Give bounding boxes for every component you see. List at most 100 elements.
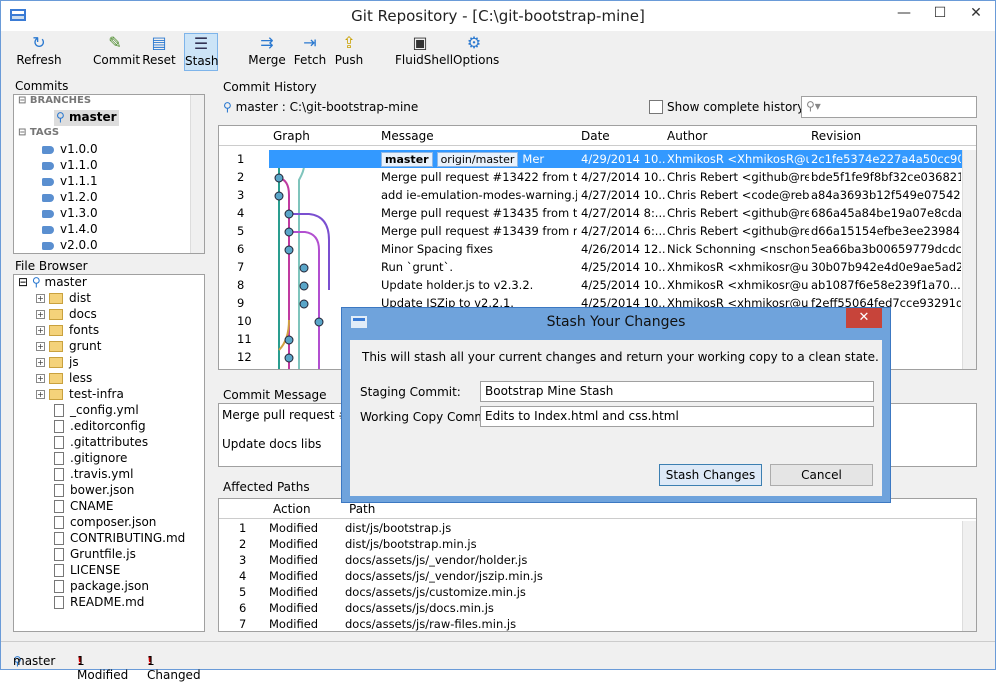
maximize-button[interactable]: ☐ [923, 1, 957, 25]
folder-item[interactable]: + dist [36, 291, 91, 307]
options-button[interactable]: ⚙ Options [453, 33, 499, 71]
affected-row[interactable]: 5 Modified docs/assets/js/customize.min.js [219, 585, 962, 601]
commit-button[interactable]: ✎ Commit [93, 33, 140, 71]
minimize-button[interactable]: — [887, 1, 921, 25]
row-number: 6 [239, 601, 247, 615]
row-message: Merge pull request #13422 from twbs... [381, 170, 577, 184]
folder-icon [49, 341, 63, 352]
col-date[interactable]: Date [581, 129, 610, 143]
file-item[interactable]: .gitattributes [54, 435, 148, 451]
dialog-close-button[interactable]: ✕ [846, 308, 882, 328]
tag-item[interactable]: v1.1.1 [42, 174, 98, 190]
cancel-button[interactable]: Cancel [770, 464, 873, 486]
tag-icon [42, 145, 54, 154]
staging-commit-label: Staging Commit: [360, 385, 461, 399]
col-author[interactable]: Author [667, 129, 707, 143]
file-item[interactable]: _config.yml [54, 403, 139, 419]
history-row[interactable]: 8 Update holder.js to v2.3.2. 4/25/2014 10… [219, 276, 962, 294]
file-item[interactable]: CNAME [54, 499, 114, 515]
affected-row[interactable]: 6 Modified docs/assets/js/docs.min.js [219, 601, 962, 617]
file-item[interactable]: .editorconfig [54, 419, 146, 435]
file-item[interactable]: package.json [54, 579, 149, 595]
folder-item[interactable]: + less [36, 371, 92, 387]
folder-item[interactable]: + grunt [36, 339, 101, 355]
affected-scrollbar[interactable] [962, 521, 976, 631]
working-copy-input[interactable]: Edits to Index.html and css.html [480, 406, 874, 427]
file-item[interactable]: composer.json [54, 515, 156, 531]
history-row[interactable]: 3 add ie-emulation-modes-warning.js t... 4… [219, 186, 962, 204]
expand-icon[interactable]: + [36, 294, 45, 303]
file-item[interactable]: Gruntfile.js [54, 547, 136, 563]
row-number: 3 [239, 553, 247, 567]
affected-row[interactable]: 1 Modified dist/js/bootstrap.js [219, 521, 962, 537]
file-item[interactable]: .gitignore [54, 451, 127, 467]
expand-icon[interactable]: + [36, 342, 45, 351]
affected-row[interactable]: 2 Modified dist/js/bootstrap.min.js [219, 537, 962, 553]
history-row[interactable]: 1 master origin/master Mer 4/29/2014 10... Xh… [237, 150, 962, 168]
tag-item[interactable]: v2.0.0 [42, 238, 98, 254]
row-number: 7 [237, 260, 245, 274]
reset-button[interactable]: ▤ Reset [141, 33, 177, 71]
file-item[interactable]: LICENSE [54, 563, 120, 579]
affected-row[interactable]: 3 Modified docs/assets/js/_vendor/holder.j… [219, 553, 962, 569]
row-action: Modified [269, 617, 319, 631]
commit-message-label: Commit Message [223, 388, 327, 402]
folder-icon [49, 357, 63, 368]
branch-master[interactable]: ⚲ master [54, 110, 119, 126]
col-message[interactable]: Message [381, 129, 434, 143]
tag-item[interactable]: v1.4.0 [42, 222, 98, 238]
file-item[interactable]: README.md [54, 595, 144, 611]
show-complete-checkbox[interactable] [649, 100, 663, 114]
stash-changes-button[interactable]: Stash Changes [659, 464, 762, 486]
history-row[interactable]: 5 Merge pull request #13439 from nsch... 4… [219, 222, 962, 240]
commits-scrollbar[interactable] [190, 95, 204, 253]
tag-item[interactable]: v1.2.0 [42, 190, 98, 206]
tag-item[interactable]: v1.3.0 [42, 206, 98, 222]
col-action[interactable]: Action [273, 502, 311, 516]
folder-item[interactable]: + test-infra [36, 387, 124, 403]
history-label: Commit History [223, 80, 317, 94]
affected-row[interactable]: 7 Modified docs/assets/js/raw-files.min.js [219, 617, 962, 631]
history-row[interactable]: 4 Merge pull request #13435 from twb... 4/… [219, 204, 962, 222]
history-scrollbar[interactable] [962, 150, 976, 369]
push-button[interactable]: ⇪ Push [333, 33, 365, 71]
col-revision[interactable]: Revision [811, 129, 861, 143]
folder-item[interactable]: + fonts [36, 323, 99, 339]
row-message: add ie-emulation-modes-warning.js t... [381, 188, 577, 202]
row-number: 3 [237, 188, 245, 202]
expand-icon[interactable]: + [36, 374, 45, 383]
file-root[interactable]: ⊟ ⚲ master [18, 275, 87, 291]
expand-icon[interactable]: + [36, 310, 45, 319]
history-row[interactable]: 6 Minor Spacing fixes 4/26/2014 12... Nick … [219, 240, 962, 258]
row-author: Nick Schonning <nschonn... [667, 242, 809, 256]
history-row[interactable]: 7 Run `grunt`. 4/25/2014 10... XhmikosR <xh… [219, 258, 962, 276]
folder-item[interactable]: + docs [36, 307, 97, 323]
file-item[interactable]: CONTRIBUTING.md [54, 531, 185, 547]
fetch-button[interactable]: ⇥ Fetch [293, 33, 327, 71]
dialog-title: Stash Your Changes [546, 314, 686, 330]
folder-item[interactable]: + js [36, 355, 79, 371]
refresh-button[interactable]: ↻ Refresh [15, 33, 63, 71]
tag-item[interactable]: v1.0.0 [42, 142, 98, 158]
close-window-button[interactable]: ✕ [959, 1, 993, 25]
col-path[interactable]: Path [349, 502, 375, 516]
expand-icon[interactable]: + [36, 326, 45, 335]
staging-commit-input[interactable]: Bootstrap Mine Stash [480, 381, 874, 402]
merge-button[interactable]: ⇉ Merge [247, 33, 287, 71]
working-copy-label: Working Copy Commit: [360, 410, 499, 424]
file-item[interactable]: .travis.yml [54, 467, 133, 483]
stash-button[interactable]: ☰ Stash [184, 33, 219, 71]
expand-icon[interactable]: + [36, 358, 45, 367]
row-date: 4/27/2014 8:... [581, 206, 665, 220]
history-row[interactable]: 2 Merge pull request #13422 from twbs... 4… [219, 168, 962, 186]
tag-item[interactable]: v1.1.0 [42, 158, 98, 174]
row-number: 1 [237, 152, 245, 166]
fluidshell-button[interactable]: ▣ FluidShell [395, 33, 453, 71]
file-item[interactable]: bower.json [54, 483, 134, 499]
expand-icon[interactable]: + [36, 390, 45, 399]
affected-row[interactable]: 4 Modified docs/assets/js/_vendor/jszip.mi… [219, 569, 962, 585]
row-action: Modified [269, 553, 319, 567]
row-revision: 686a45a84be19a07e8cdab... [811, 206, 961, 220]
col-graph[interactable]: Graph [273, 129, 310, 143]
history-search-input[interactable]: ⚲▾ [801, 96, 977, 118]
